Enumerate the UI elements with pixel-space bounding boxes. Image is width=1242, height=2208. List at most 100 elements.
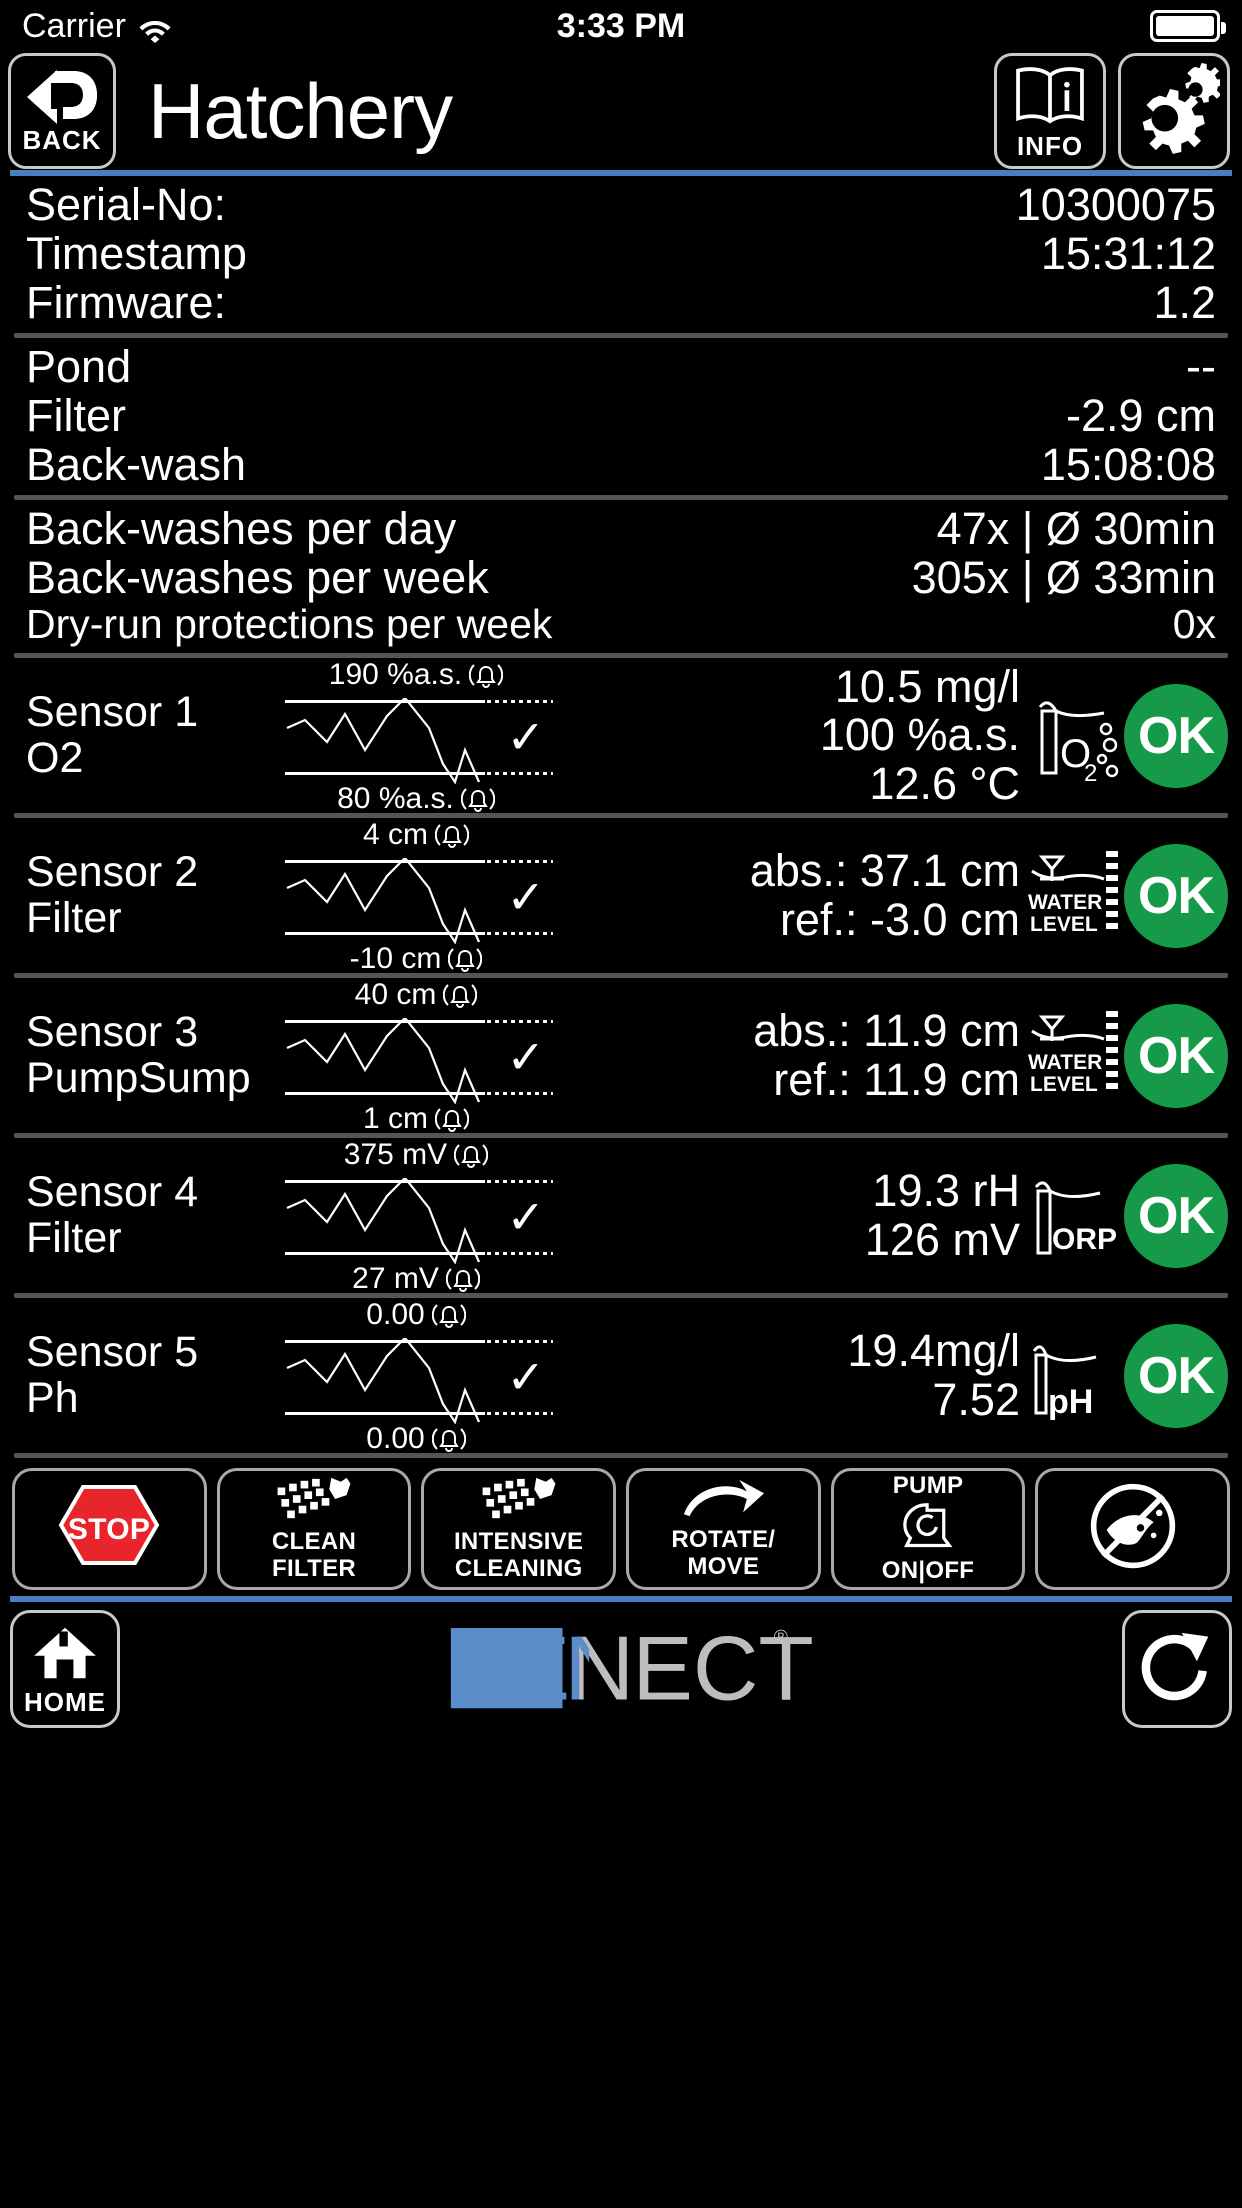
alarm-bell-icon xyxy=(469,660,504,690)
limit-low: -10 cm xyxy=(281,942,551,976)
sensor-name: Sensor 2 Filter xyxy=(26,850,281,940)
sensor-ok-check: ✓ xyxy=(506,1350,545,1403)
reading-value: ref.: -3.0 cm xyxy=(779,893,1020,945)
limit-low-value: 80 %a.s. xyxy=(337,781,454,815)
sensor-name: Sensor 4 Filter xyxy=(26,1170,281,1260)
level-row: Filter -2.9 cm xyxy=(26,391,1216,440)
status-badge: OK xyxy=(1124,843,1228,948)
limit-low-value: 1 cm xyxy=(362,1101,428,1135)
svg-text:WATER: WATER xyxy=(1028,1051,1102,1074)
home-icon xyxy=(32,1624,98,1687)
svg-text:STOP: STOP xyxy=(68,1513,150,1546)
status-badge: OK xyxy=(1124,683,1228,788)
stop-button[interactable]: STOP xyxy=(12,1468,207,1590)
clean-filter-button[interactable]: CLEAN FILTER xyxy=(216,1468,412,1590)
back-button-label: BACK xyxy=(22,125,102,155)
info-value: 10300075 xyxy=(1015,179,1216,230)
sensor-row[interactable]: Sensor 1 O2 190 %a.s. 80 %a.s. ✓ 10.5 mg… xyxy=(0,658,1242,815)
sensor-row[interactable]: Sensor 2 Filter 4 cm -10 cm ✓ abs.: 37.1… xyxy=(0,818,1242,976)
sensor-title: Sensor 4 xyxy=(26,1168,199,1217)
orp-probe-icon: ORP xyxy=(1026,1157,1122,1275)
status-left: Carrier xyxy=(22,7,172,46)
pump-icon xyxy=(895,1501,961,1557)
sensor-graph: 375 mV 27 mV ✓ xyxy=(281,1138,553,1295)
reading-value: 126 mV xyxy=(864,1213,1020,1265)
sensor-subtitle: Filter xyxy=(26,1213,122,1262)
status-time: 3:33 PM xyxy=(556,6,686,45)
pump-onoff-button[interactable]: PUMP ON|OFF xyxy=(830,1468,1026,1590)
info-label: Serial-No: xyxy=(26,179,227,230)
svg-text:2: 2 xyxy=(1084,760,1097,787)
limit-low-value: 27 mV xyxy=(352,1261,439,1295)
rotate-move-label-1: ROTATE/ xyxy=(671,1526,776,1554)
sensor-readings: 19.3 rH 126 mV xyxy=(557,1164,1024,1265)
footer-bar: HOME SE N N ECT ® xyxy=(0,1602,1242,1730)
stat-label: Back-washes per day xyxy=(26,503,457,554)
settings-button[interactable] xyxy=(1118,53,1230,169)
stat-row: Back-washes per week 305x | Ø 33min xyxy=(26,553,1216,602)
home-button-label: HOME xyxy=(24,1686,106,1717)
info-row: Firmware: 1.2 xyxy=(26,278,1216,327)
sensor-name: Sensor 1 O2 xyxy=(26,690,281,780)
sensor-row[interactable]: Sensor 3 PumpSump 40 cm 1 cm ✓ abs.: 11.… xyxy=(0,978,1242,1135)
info-button-label: INFO xyxy=(1016,130,1084,161)
status-badge: OK xyxy=(1124,1323,1228,1428)
sensor-graph: 40 cm 1 cm ✓ xyxy=(281,978,553,1135)
level-label: Pond xyxy=(26,341,132,392)
alarm-bell-icon xyxy=(453,1140,489,1170)
level-value: 15:08:08 xyxy=(1040,439,1216,490)
level-label: Filter xyxy=(26,390,126,441)
info-value: 1.2 xyxy=(1153,277,1216,328)
water-level-icon: WATER LEVEL xyxy=(1026,997,1122,1115)
page-title: Hatchery xyxy=(148,66,453,155)
o2-probe-icon: O 2 xyxy=(1026,677,1122,795)
sensor-subtitle: Filter xyxy=(26,893,122,942)
level-row: Pond -- xyxy=(26,342,1216,391)
sensor-readings: 10.5 mg/l 100 %a.s. 12.6 °C xyxy=(557,662,1024,809)
intensive-cleaning-label-2: CLEANING xyxy=(454,1554,583,1582)
alarm-bell-icon xyxy=(431,1424,466,1454)
home-button[interactable]: HOME xyxy=(10,1610,120,1728)
sensor-row[interactable]: Sensor 4 Filter 375 mV 27 mV ✓ 19.3 rH 1… xyxy=(0,1138,1242,1295)
limit-high: 375 mV xyxy=(281,1138,551,1172)
svg-text:LEVEL: LEVEL xyxy=(1030,1073,1098,1096)
no-feeding-button[interactable] xyxy=(1035,1468,1231,1590)
stat-label: Back-washes per week xyxy=(26,552,489,603)
reading-value: 100 %a.s. xyxy=(819,709,1020,761)
carrier-label: Carrier xyxy=(22,6,126,45)
sensor-name: Sensor 3 PumpSump xyxy=(26,1010,281,1100)
alarm-bell-icon xyxy=(434,1104,470,1134)
battery-icon xyxy=(1150,10,1226,42)
limit-high: 40 cm xyxy=(281,978,551,1012)
limit-high-value: 0.00 xyxy=(366,1297,425,1331)
gear-icon xyxy=(1128,62,1224,160)
stat-row: Back-washes per day 47x | Ø 30min xyxy=(26,504,1216,553)
sensor-ok-check: ✓ xyxy=(506,710,545,763)
clean-filter-label-2: FILTER xyxy=(272,1554,357,1582)
pump-label-2: ON|OFF xyxy=(881,1556,975,1584)
info-value: 15:31:12 xyxy=(1040,228,1216,279)
graph-axis-bottom-dotted xyxy=(487,1251,553,1255)
info-label: Timestamp xyxy=(26,228,247,279)
no-feeding-icon xyxy=(1088,1481,1178,1577)
spray-clean-icon xyxy=(479,1476,559,1528)
levels-block: Pond -- Filter -2.9 cm Back-wash 15:08:0… xyxy=(0,338,1242,495)
intensive-cleaning-button[interactable]: INTENSIVE CLEANING xyxy=(421,1468,617,1590)
rotate-move-button[interactable]: ROTATE/ MOVE xyxy=(626,1468,821,1590)
wifi-icon xyxy=(138,13,172,43)
water-level-icon: WATER LEVEL xyxy=(1026,837,1122,955)
pump-label-1: PUMP xyxy=(892,1472,964,1500)
refresh-button[interactable] xyxy=(1122,1610,1232,1728)
spray-clean-icon xyxy=(274,1476,354,1528)
back-button[interactable]: BACK xyxy=(8,53,116,169)
info-button[interactable]: INFO xyxy=(994,53,1106,169)
app-header: BACK Hatchery INFO xyxy=(0,52,1242,170)
reading-value: 19.3 rH xyxy=(872,1164,1020,1216)
reading-value: 19.4mg/l xyxy=(847,1324,1020,1376)
level-value: -2.9 cm xyxy=(1065,390,1216,441)
alarm-bell-icon xyxy=(460,784,496,814)
sensor-ok-check: ✓ xyxy=(506,1190,545,1243)
level-value: -- xyxy=(1186,341,1216,392)
sensor-row[interactable]: Sensor 5 Ph 0.00 0.00 ✓ 19.4mg/l 7.52 pH… xyxy=(0,1297,1242,1455)
sensor-readings: abs.: 11.9 cm ref.: 11.9 cm xyxy=(557,1006,1024,1104)
